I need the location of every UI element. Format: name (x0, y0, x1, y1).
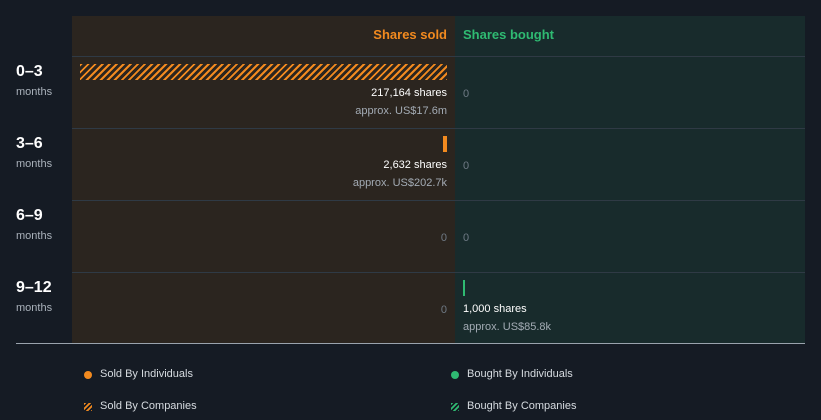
shares-bought-header: Shares bought (463, 27, 555, 42)
sold-shares-label: 2,632 shares (383, 159, 447, 171)
bought-zero-label: 0 (463, 160, 470, 172)
bought-zero-label: 0 (463, 232, 470, 244)
row-separator (72, 272, 805, 273)
sold-bar (442, 136, 447, 152)
period-label: 0–3 (16, 63, 43, 80)
legend-hatch-icon (451, 403, 459, 411)
row-separator (72, 200, 805, 201)
period-unit-label: months (16, 302, 53, 314)
baseline (16, 343, 805, 344)
period-unit-label: months (16, 230, 53, 242)
legend-label-sold-companies: Sold By Companies (100, 400, 197, 412)
legend-dot-icon (451, 371, 459, 379)
legend-hatch-icon (84, 403, 92, 411)
period-label: 9–12 (16, 279, 52, 296)
bought-zero-label: 0 (463, 88, 470, 100)
shares-sold-header: Shares sold (373, 27, 447, 42)
sold-zero-label: 0 (440, 232, 447, 244)
sold-shares-label: 217,164 shares (371, 87, 447, 99)
sold-value-label: approx. US$17.6m (355, 105, 447, 117)
period-unit-label: months (16, 86, 53, 98)
sold-bar (80, 64, 447, 80)
bought-value-label: approx. US$85.8k (463, 321, 552, 333)
sold-value-label: approx. US$202.7k (352, 177, 447, 189)
insider-trading-chart: Shares sold Shares bought 0–3 months 217,1… (0, 0, 821, 420)
legend-dot-icon (84, 371, 92, 379)
row-separator (72, 56, 805, 57)
period-label: 6–9 (16, 207, 43, 224)
period-label: 3–6 (16, 135, 43, 152)
sold-zero-label: 0 (440, 304, 447, 316)
legend-label-bought-individuals: Bought By Individuals (467, 368, 573, 380)
legend-label-sold-individuals: Sold By Individuals (100, 368, 193, 380)
row-separator (72, 128, 805, 129)
bought-shares-label: 1,000 shares (463, 303, 527, 315)
bought-column-background (455, 16, 805, 343)
bought-bar (463, 280, 465, 296)
legend-label-bought-companies: Bought By Companies (467, 400, 577, 412)
period-unit-label: months (16, 158, 53, 170)
